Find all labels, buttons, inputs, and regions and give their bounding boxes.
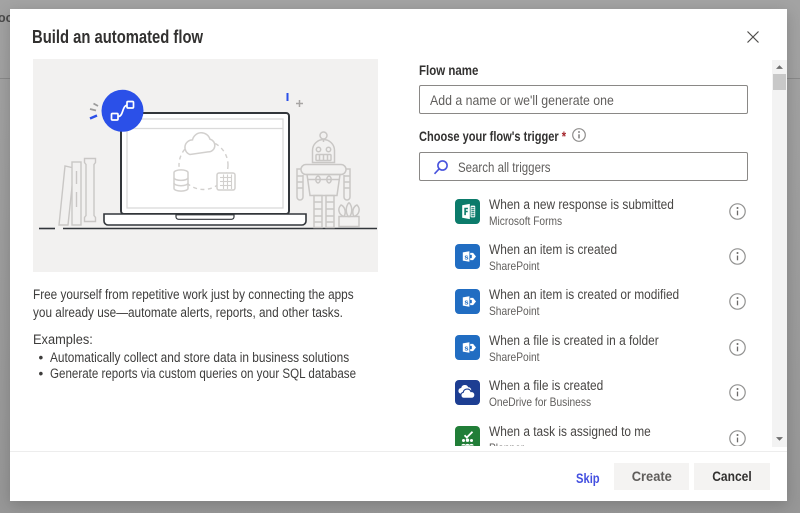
- svg-text:s: s: [464, 343, 468, 352]
- svg-text:s: s: [464, 298, 468, 307]
- svg-text:s: s: [464, 252, 468, 261]
